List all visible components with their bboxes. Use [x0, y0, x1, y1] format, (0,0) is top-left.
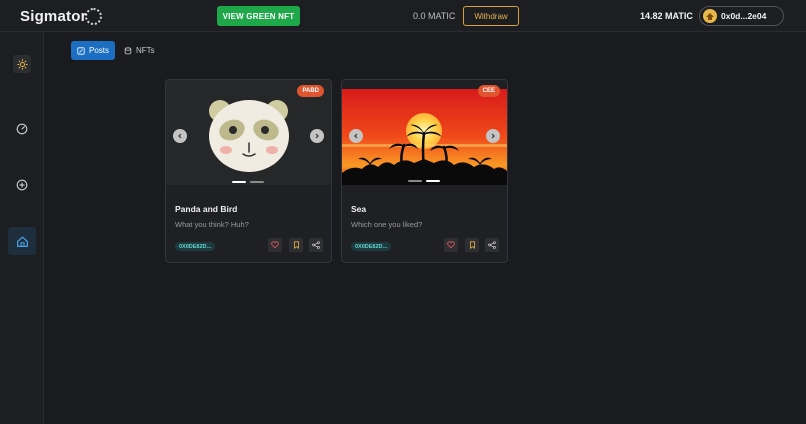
bookmark-icon — [469, 241, 475, 249]
sidebar — [0, 32, 44, 424]
carousel-dot[interactable] — [250, 181, 264, 183]
owner-address-chip[interactable]: 0X0DE82D... — [175, 242, 216, 251]
bookmark-button[interactable] — [289, 238, 303, 252]
carousel-indicators — [232, 181, 264, 183]
post-description: What you think? Huh? — [175, 220, 249, 229]
carousel-next-button[interactable] — [310, 129, 324, 143]
post-title: Panda and Bird — [175, 204, 238, 214]
post-card[interactable]: CEE Sea Which one you liked? 0X0DE82D... — [341, 79, 508, 263]
share-button[interactable] — [309, 238, 323, 252]
top-header: Sigmator VIEW GREEN NFT 0.0 MATIC Withdr… — [0, 0, 806, 32]
post-badge: CEE — [477, 85, 500, 97]
withdraw-button[interactable]: Withdraw — [463, 6, 519, 26]
gauge-icon — [16, 123, 28, 135]
bookmark-button[interactable] — [465, 238, 479, 252]
post-badge: PABD — [297, 85, 324, 97]
chevron-right-icon — [315, 133, 319, 139]
like-button[interactable] — [444, 238, 458, 252]
bookmark-icon — [293, 241, 299, 249]
carousel-prev-button[interactable] — [173, 129, 187, 143]
post-image-carousel[interactable]: PABD — [166, 80, 331, 185]
sidebar-item-home[interactable] — [8, 227, 36, 255]
database-icon — [124, 46, 132, 55]
share-icon — [488, 241, 496, 249]
like-button[interactable] — [268, 238, 282, 252]
wallet-address: 0x0d...2e04 — [721, 11, 767, 21]
carousel-prev-button[interactable] — [349, 129, 363, 143]
post-title: Sea — [351, 204, 367, 214]
post-image-carousel[interactable] — [342, 89, 507, 185]
carousel-dot[interactable] — [232, 181, 246, 183]
heart-icon — [271, 241, 279, 249]
share-button[interactable] — [485, 238, 499, 252]
tab-posts[interactable]: Posts — [71, 41, 115, 60]
carousel-indicators — [408, 180, 440, 182]
tab-nfts[interactable]: NFTs — [120, 41, 160, 60]
wallet-balance: 14.82 MATIC — [640, 11, 693, 21]
wallet-address-button[interactable]: 0x0d...2e04 — [699, 6, 784, 26]
post-description: Which one you liked? — [351, 220, 423, 229]
share-icon — [312, 241, 320, 249]
sidebar-item-dashboard[interactable] — [13, 120, 31, 138]
carousel-dot[interactable] — [426, 180, 440, 182]
logo-ring-icon — [85, 8, 102, 25]
plus-circle-icon — [16, 179, 28, 191]
app-logo[interactable]: Sigmator — [20, 8, 87, 25]
heart-icon — [447, 241, 455, 249]
matic-balance: 0.0 MATIC — [413, 11, 456, 21]
sun-icon — [16, 58, 28, 70]
tab-posts-label: Posts — [89, 46, 110, 55]
chevron-right-icon — [491, 133, 495, 139]
chevron-left-icon — [178, 133, 182, 139]
wallet-avatar-icon — [703, 9, 717, 23]
post-card[interactable]: PABD Panda and Bird What you think? Huh?… — [165, 79, 332, 263]
home-icon — [16, 236, 28, 247]
theme-toggle-button[interactable] — [13, 55, 31, 73]
owner-address-chip[interactable]: 0X0DE82D... — [351, 242, 392, 251]
tab-nfts-label: NFTs — [136, 46, 155, 55]
sunset-image — [342, 89, 507, 185]
view-green-nft-button[interactable]: VIEW GREEN NFT — [217, 6, 300, 26]
edit-icon — [77, 46, 85, 55]
carousel-dot[interactable] — [408, 180, 422, 182]
sidebar-item-create[interactable] — [13, 176, 31, 194]
carousel-next-button[interactable] — [486, 129, 500, 143]
chevron-left-icon — [354, 133, 358, 139]
